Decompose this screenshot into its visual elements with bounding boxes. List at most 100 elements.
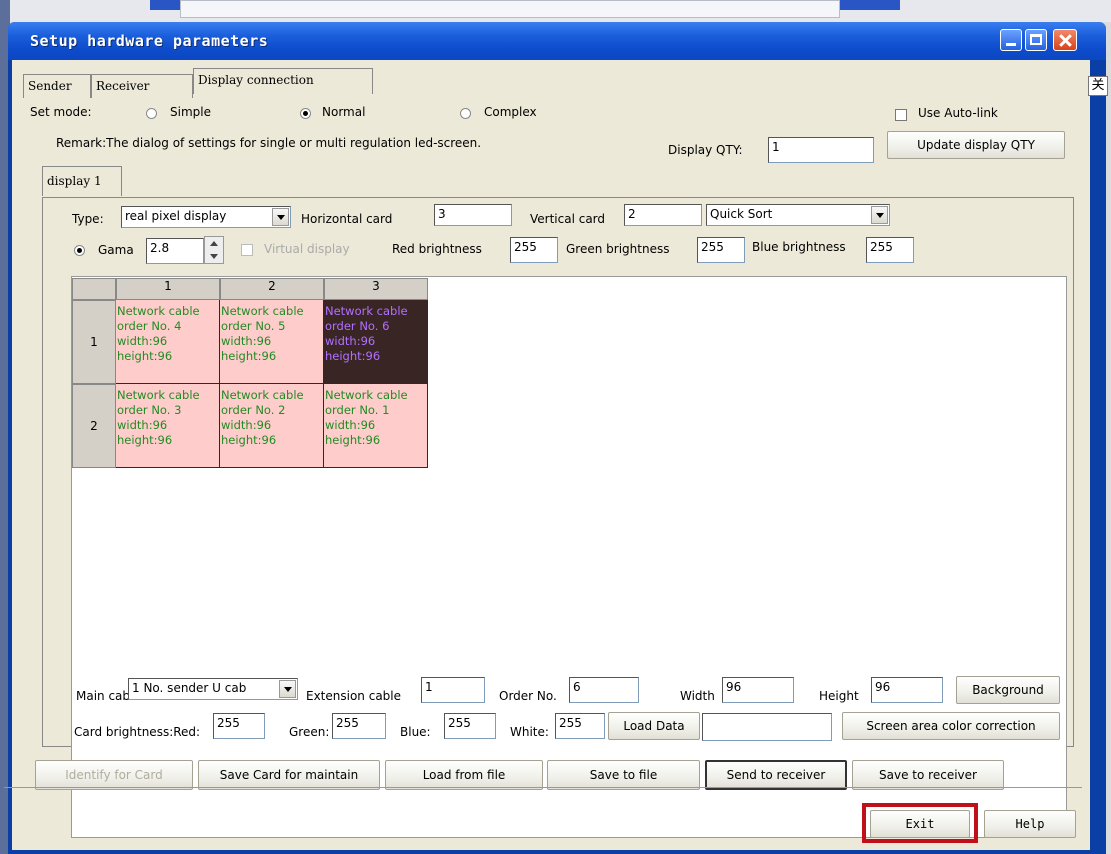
cell-line: Network cable: [117, 388, 200, 402]
cell-line: order No. 5: [221, 319, 286, 333]
sort-select[interactable]: Quick Sort: [706, 204, 890, 226]
grid-col-header[interactable]: 1: [116, 278, 220, 300]
save-card-for-maintain-button[interactable]: Save Card for maintain: [198, 760, 380, 790]
remark-text: Remark:The dialog of settings for single…: [56, 136, 482, 150]
cell-line: order No. 1: [325, 403, 390, 417]
minimize-icon: [1006, 43, 1016, 46]
height-label: Height: [819, 689, 859, 703]
radio-normal[interactable]: [300, 108, 311, 119]
radio-complex[interactable]: [460, 108, 471, 119]
use-auto-link-checkbox[interactable]: [895, 109, 907, 121]
network-cable-cell[interactable]: Network cable order No. 5 width:96 height:9…: [220, 300, 324, 384]
radio-simple-label: Simple: [170, 105, 211, 119]
chevron-down-icon: [279, 680, 296, 698]
gama-input[interactable]: 2.8: [146, 238, 204, 264]
background-window-strip: [0, 0, 1111, 22]
horizontal-card-input[interactable]: 3: [434, 204, 512, 226]
title-bar[interactable]: Setup hardware parameters: [8, 22, 1106, 60]
cell-line: Network cable: [221, 388, 304, 402]
save-to-file-button[interactable]: Save to file: [547, 760, 700, 790]
cell-line: height:96: [221, 349, 277, 363]
network-cable-cell[interactable]: Network cable order No. 3 width:96 height:9…: [116, 384, 220, 468]
card-brightness-blue-label: Blue:: [400, 725, 431, 739]
height-input[interactable]: 96: [871, 677, 943, 703]
set-mode-label: Set mode:: [30, 105, 92, 119]
side-char-button[interactable]: 关: [1088, 76, 1108, 96]
help-button[interactable]: Help: [984, 810, 1076, 838]
type-label: Type:: [72, 212, 104, 226]
cell-line: order No. 6: [325, 319, 390, 333]
card-brightness-blue-input[interactable]: 255: [444, 713, 496, 739]
blue-brightness-input[interactable]: 255: [866, 237, 914, 263]
tab-sender[interactable]: Sender: [23, 74, 91, 98]
width-input[interactable]: 96: [722, 677, 794, 703]
card-brightness-white-input[interactable]: 255: [555, 713, 605, 739]
red-brightness-label: Red brightness: [392, 242, 482, 256]
card-brightness-white-label: White:: [510, 725, 549, 739]
green-brightness-input[interactable]: 255: [697, 237, 745, 263]
chevron-down-icon: [871, 206, 888, 224]
cell-line: Network cable: [221, 304, 304, 318]
load-from-file-button[interactable]: Load from file: [385, 760, 543, 790]
cell-line: width:96: [117, 418, 168, 432]
radio-complex-label: Complex: [484, 105, 537, 119]
close-button[interactable]: [1053, 29, 1077, 51]
order-no-input[interactable]: 6: [569, 677, 639, 703]
gama-label: Gama: [98, 243, 134, 257]
cell-line: height:96: [117, 349, 173, 363]
update-display-qty-button[interactable]: Update display QTY: [887, 131, 1065, 159]
cell-line: width:96: [221, 334, 272, 348]
cell-line: width:96: [221, 418, 272, 432]
card-brightness-green-input[interactable]: 255: [332, 713, 386, 739]
main-cable-select[interactable]: 1 No. sender U cab: [128, 678, 298, 700]
send-to-receiver-button[interactable]: Send to receiver: [705, 760, 847, 790]
type-select-value: real pixel display: [125, 209, 227, 223]
card-brightness-red-input[interactable]: 255: [213, 713, 265, 739]
main-cable-select-value: 1 No. sender U cab: [132, 681, 247, 695]
cell-line: width:96: [325, 418, 376, 432]
network-cable-cell[interactable]: Network cable order No. 4 width:96 height:9…: [116, 300, 220, 384]
grid-col-header[interactable]: 2: [220, 278, 324, 300]
horizontal-card-label: Horizontal card: [301, 212, 393, 226]
screen-area-color-correction-button[interactable]: Screen area color correction: [842, 712, 1060, 740]
cell-line: Network cable: [117, 304, 200, 318]
background-button[interactable]: Background: [956, 676, 1060, 704]
order-no-label: Order No.: [499, 689, 557, 703]
use-auto-link-label: Use Auto-link: [918, 106, 998, 120]
type-select[interactable]: real pixel display: [121, 206, 291, 228]
tab-display-connection[interactable]: Display connection: [193, 68, 373, 94]
identify-for-card-button[interactable]: Identify for Card: [35, 760, 193, 790]
cell-line: order No. 2: [221, 403, 286, 417]
gama-spinner[interactable]: [204, 236, 224, 264]
extension-cable-input[interactable]: 1: [421, 677, 485, 703]
display-qty-input[interactable]: 1: [768, 137, 874, 163]
vertical-card-label: Vertical card: [530, 212, 606, 226]
radio-normal-label: Normal: [322, 105, 366, 119]
network-cable-cell[interactable]: Network cable order No. 2 width:96 height:9…: [220, 384, 324, 468]
cell-line: order No. 4: [117, 319, 182, 333]
virtual-display-label: Virtual display: [264, 242, 350, 256]
tab-display-1[interactable]: display 1: [42, 166, 122, 196]
load-data-input[interactable]: [702, 713, 832, 741]
maximize-button[interactable]: [1025, 29, 1047, 51]
display-qty-label: Display QTY:: [668, 143, 743, 157]
save-to-receiver-button[interactable]: Save to receiver: [852, 760, 1004, 790]
red-brightness-input[interactable]: 255: [510, 237, 558, 263]
gama-radio[interactable]: [74, 245, 85, 256]
card-brightness-red-label: Card brightness:Red:: [74, 725, 201, 739]
network-cable-cell[interactable]: Network cable order No. 6 width:96 height:9…: [324, 300, 428, 384]
spin-down-icon: [210, 254, 218, 259]
grid-col-header[interactable]: 3: [324, 278, 428, 300]
maximize-icon: [1030, 34, 1042, 45]
grid-row-header[interactable]: 2: [72, 384, 116, 468]
tab-receiver[interactable]: Receiver: [91, 74, 193, 98]
minimize-button[interactable]: [1000, 29, 1022, 51]
virtual-display-checkbox[interactable]: [241, 244, 253, 256]
grid-row-header[interactable]: 1: [72, 300, 116, 384]
radio-simple[interactable]: [146, 108, 157, 119]
network-cable-cell[interactable]: Network cable order No. 1 width:96 height:9…: [324, 384, 428, 468]
vertical-card-input[interactable]: 2: [624, 204, 702, 226]
exit-button[interactable]: Exit: [870, 810, 970, 838]
spin-up-icon: [210, 241, 218, 246]
load-data-button[interactable]: Load Data: [608, 712, 700, 740]
